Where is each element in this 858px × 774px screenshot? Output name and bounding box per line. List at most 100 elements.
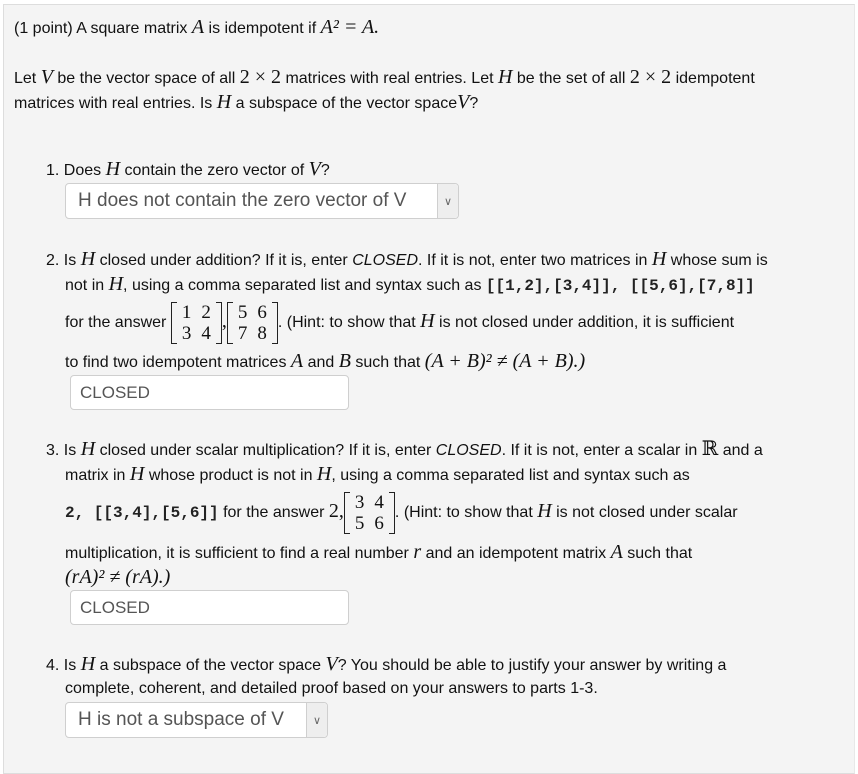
question-number: 1. — [46, 162, 60, 179]
points-label: (1 point) — [14, 20, 73, 37]
math-dim: 2 × 2 — [239, 66, 281, 88]
text: closed under scalar multiplication? If i… — [99, 442, 432, 459]
text: whose product is not in — [148, 467, 313, 484]
text: be the set of all — [516, 70, 626, 87]
math-var: H — [651, 248, 667, 270]
text: matrix in — [65, 467, 126, 484]
q2-line3: for the answer 12 34 , 56 78 . (Hint: to… — [65, 301, 735, 344]
matrix-cell: 3 — [181, 322, 192, 344]
text: matrices with real entries. Let — [285, 70, 494, 87]
text: and an idempotent matrix — [425, 545, 607, 562]
matrix-cell: 2 — [201, 301, 211, 323]
q2-answer-input[interactable]: CLOSED — [70, 375, 349, 410]
text: . If it is not, enter a scalar in — [501, 442, 698, 459]
chevron-down-icon[interactable]: ∨ — [437, 184, 458, 218]
math-var: H — [129, 463, 145, 485]
math-var: r — [413, 541, 422, 563]
q2-line2: not in H, using a comma separated list a… — [65, 274, 755, 296]
select-value: H does not contain the zero vector of V — [78, 190, 407, 211]
math-var: H — [105, 158, 121, 180]
closed-keyword: CLOSED — [435, 442, 502, 459]
math-var: A — [610, 541, 623, 563]
problem-container: (1 point) A square matrix A is idempoten… — [3, 4, 855, 774]
math-equation: A² = A. — [320, 16, 380, 38]
matrix-example: 34 56 — [343, 491, 395, 534]
text: is not closed under scalar — [556, 504, 738, 521]
text: ? You should be able to justify your ans… — [337, 657, 727, 674]
math-var: V — [325, 653, 338, 675]
text: ? — [320, 162, 330, 179]
q4-line2: complete, coherent, and detailed proof b… — [65, 679, 598, 699]
text: , using a comma separated list and synta… — [331, 467, 690, 484]
q3-line4: multiplication, it is sufficient to find… — [65, 542, 692, 564]
math-var: H — [537, 500, 552, 522]
para2-line1: Let V be the vector space of all 2 × 2 m… — [14, 67, 755, 89]
math-var: V — [457, 91, 470, 113]
text: complete, coherent, and detailed proof b… — [65, 680, 598, 697]
q3-line5: (rA)² ≠ (rA).) — [65, 567, 170, 589]
text: closed under addition? If it is, enter — [99, 252, 348, 269]
matrix-cell: 6 — [374, 512, 384, 534]
select-value: H is not a subspace of V — [78, 709, 284, 730]
text: a subspace of the vector space — [99, 657, 322, 674]
math-dim: 2 × 2 — [629, 66, 672, 88]
matrix-cell: 4 — [374, 491, 384, 513]
text: ? — [469, 95, 479, 112]
math-equation: (rA)² ≠ (rA).) — [65, 566, 171, 588]
q1-text: 1. Does H contain the zero vector of V? — [46, 159, 330, 181]
q1-answer-select[interactable]: H does not contain the zero vector of V … — [65, 183, 459, 219]
text: Let — [14, 70, 37, 87]
para2-line2: matrices with real entries. Is H a subsp… — [14, 92, 478, 114]
q4-answer-select[interactable]: H is not a subspace of V ∨ — [65, 702, 328, 738]
matrix-example-1: 12 34 — [170, 301, 222, 344]
text: to find two idempotent matrices — [65, 354, 287, 371]
math-var: A — [191, 16, 205, 38]
text: and a — [722, 442, 763, 459]
text: . (Hint: to show that — [277, 314, 416, 331]
text: and — [307, 354, 335, 371]
chevron-down-icon[interactable]: ∨ — [306, 703, 327, 737]
text: a subspace of the vector space — [235, 95, 458, 112]
q2-line4: to find two idempotent matrices A and B … — [65, 351, 585, 373]
text: for the answer — [223, 504, 325, 521]
text: . (Hint: to show that — [394, 504, 533, 521]
question-number: 4. — [46, 657, 60, 674]
intro-line: (1 point) A square matrix A is idempoten… — [14, 17, 379, 39]
intro-text: A square matrix — [76, 20, 188, 37]
q3-line3: 2, [[3,4],[5,6]] for the answer 2, 34 56… — [65, 488, 738, 534]
q3-line1: 3. Is H closed under scalar multiplicati… — [46, 439, 763, 461]
math-scalar: 2, — [328, 500, 344, 522]
text: Is — [63, 657, 77, 674]
math-var: H — [108, 273, 124, 295]
text: Is — [63, 442, 77, 459]
matrix-cell: 8 — [257, 322, 267, 344]
text: such that — [355, 354, 421, 371]
text: for the answer — [65, 314, 167, 331]
matrix-cell: 6 — [257, 301, 267, 323]
text: such that — [627, 545, 693, 562]
matrix-example-2: 56 78 — [226, 301, 278, 344]
math-var: H — [80, 248, 96, 270]
math-var: H — [316, 463, 332, 485]
text: Does — [63, 162, 102, 179]
text: contain the zero vector of — [124, 162, 305, 179]
q2-line1: 2. Is H closed under addition? If it is,… — [46, 249, 768, 271]
syntax-example: [[1,2],[3,4]], [[5,6],[7,8]] — [485, 277, 755, 295]
math-var: H — [80, 653, 96, 675]
text: be the vector space of all — [57, 70, 236, 87]
q3-line2: matrix in H whose product is not in H, u… — [65, 464, 690, 486]
math-var: H — [497, 66, 513, 88]
text: multiplication, it is sufficient to find… — [65, 545, 409, 562]
math-var: B — [338, 350, 351, 372]
math-var: H — [216, 91, 232, 113]
q3-answer-input[interactable]: CLOSED — [70, 590, 349, 625]
text: is not closed under addition, it is suff… — [439, 314, 735, 331]
math-var: A — [290, 350, 304, 372]
text: not in — [65, 277, 105, 294]
math-var: V — [40, 66, 53, 88]
question-number: 2. — [46, 252, 60, 269]
math-equation: (A + B)² ≠ (A + B).) — [424, 350, 586, 372]
math-var: H — [80, 438, 96, 460]
matrix-cell: 7 — [237, 322, 248, 344]
text: whose sum is — [670, 252, 768, 269]
